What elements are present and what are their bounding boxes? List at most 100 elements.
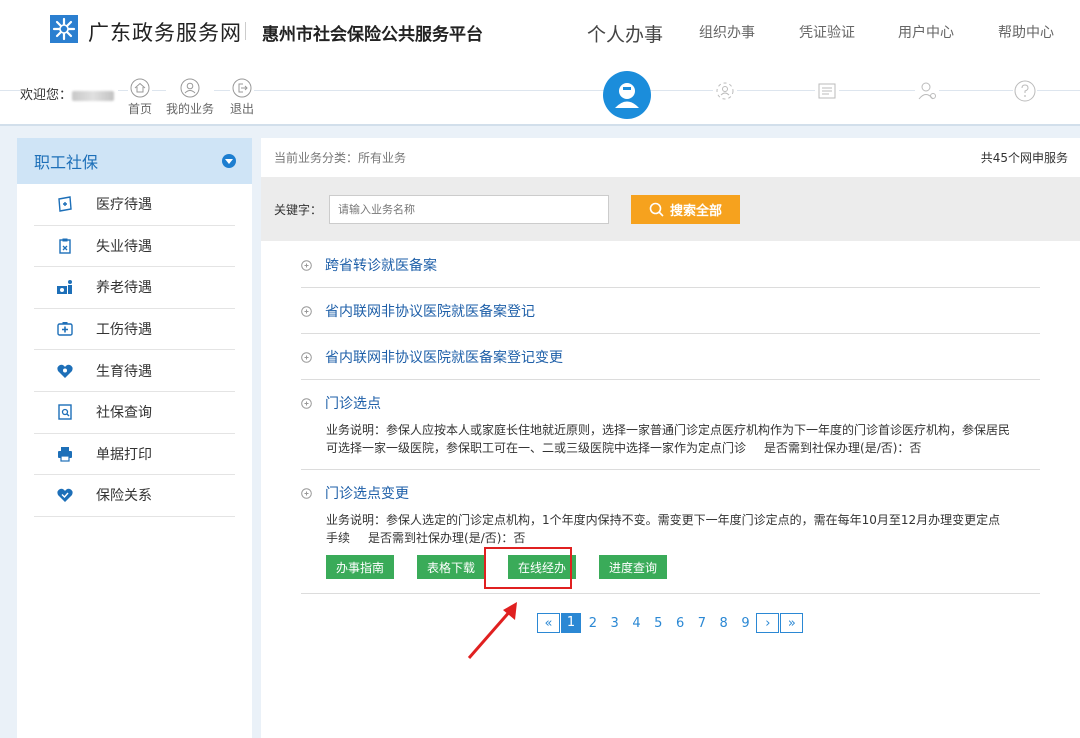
nav-help-center[interactable]: 帮助中心 [998,22,1054,42]
sidebar-item-label: 失业待遇 [96,238,152,255]
service-requirement: 是否需到社保办理(是/否)：否 [368,531,526,545]
page-9[interactable]: 9 [735,616,757,631]
clipboard-icon [59,238,71,254]
document-search-icon [58,404,72,420]
sidebar-item-label: 养老待遇 [96,280,152,297]
sidebar-item-label: 工伤待遇 [96,322,152,339]
sidebar-title: 职工社保 [34,153,99,172]
search-icon [649,202,664,217]
search-all-button[interactable]: 搜索全部 [631,195,740,224]
username-redacted [72,90,115,101]
nav-organization[interactable]: 组织办事 [699,22,755,42]
service-title-link[interactable]: 门诊选点变更 [301,483,1040,503]
annotation-arrow-icon [467,602,517,659]
sidebar-item-label: 社保查询 [96,405,152,422]
sidebar-item-injury[interactable]: 工伤待遇 [34,309,235,351]
top-header: 广东政务服务网 惠州市社会保险公共服务平台 个人办事 组织办事 凭证验证 用户中… [0,0,1080,64]
nav-user-center[interactable]: 用户中心 [898,22,954,42]
list-item: 省内联网非协议医院就医备案登记 [301,288,1040,334]
platform-title: 惠州市社会保险公共服务平台 [262,25,483,45]
search-all-label: 搜索全部 [669,204,722,219]
sidebar-item-unemployment[interactable]: 失业待遇 [34,226,235,268]
highlight-box [484,547,572,589]
nav-personal[interactable]: 个人办事 [587,20,663,47]
personal-service-avatar[interactable] [603,71,651,119]
last-page-button[interactable]: » [780,613,804,633]
site-title[interactable]: 广东政务服务网 [88,17,242,47]
circle-bullet-icon [301,305,312,317]
sidebar: 职工社保 医疗待遇 失业待遇 养老待遇 工伤待遇 生育待遇 社保查询 单据打印 … [17,138,252,738]
certificate-icon[interactable] [815,79,839,103]
sidebar-header[interactable]: 职工社保 [17,138,252,184]
sidebar-item-pension[interactable]: 养老待遇 [34,267,235,309]
heart-icon [57,364,73,378]
page-6[interactable]: 6 [669,616,691,631]
service-title: 省内联网非协议医院就医备案登记变更 [325,350,563,366]
page-8[interactable]: 8 [713,616,735,631]
page-3[interactable]: 3 [604,616,626,631]
logout-icon [232,78,252,98]
user-icon [180,78,200,98]
sidebar-item-medical[interactable]: 医疗待遇 [34,184,235,226]
sidebar-item-print[interactable]: 单据打印 [34,434,235,476]
sidebar-item-label: 保险关系 [96,488,152,505]
next-page-button[interactable]: › [756,613,780,633]
service-title: 门诊选点变更 [325,486,409,502]
page-5[interactable]: 5 [647,616,669,631]
page-4[interactable]: 4 [626,616,648,631]
help-icon[interactable] [1013,79,1037,103]
circle-bullet-icon [301,351,312,363]
page-1[interactable]: 1 [561,613,581,633]
keyword-label: 关键字： [274,203,323,217]
list-item: 省内联网非协议医院就医备案登记变更 [301,334,1040,380]
main-panel: 当前业务分类：所有业务 共45个网申服务 关键字： 搜索全部 跨省转诊就医备案 … [261,138,1080,738]
page-7[interactable]: 7 [691,616,713,631]
search-bar: 关键字： 搜索全部 [261,177,1080,241]
guide-button[interactable]: 办事指南 [326,555,395,579]
sidebar-item-query[interactable]: 社保查询 [34,392,235,434]
quick-home-label: 首页 [128,102,153,116]
service-actions: 办事指南 表格下载 在线经办 进度查询 [301,555,1040,579]
quick-my-business-label: 我的业务 [166,102,215,116]
service-title-link[interactable]: 跨省转诊就医备案 [301,255,1040,275]
service-requirement: 是否需到社保办理(是/否)：否 [764,441,922,455]
service-title: 门诊选点 [325,396,381,412]
service-description: 业务说明：参保人应按本人或家庭长住地就近原则，选择一家普通门诊定点医疗机构作为下… [301,421,1040,457]
service-title: 省内联网非协议医院就医备案登记 [325,304,535,320]
list-item: 门诊选点变更 业务说明：参保人选定的门诊定点机构，1个年度内保持不变。需变更下一… [301,470,1040,594]
sidebar-item-maternity[interactable]: 生育待遇 [34,350,235,392]
search-input[interactable] [329,195,609,224]
quick-logout[interactable]: 退出 [230,78,255,117]
printer-icon [58,446,72,462]
organization-icon[interactable] [713,79,737,103]
user-bar: 欢迎您： 首页 我的业务 退出 [0,64,1080,126]
sidebar-item-label: 生育待遇 [96,363,152,380]
service-title: 跨省转诊就医备案 [325,258,437,274]
page-2[interactable]: 2 [582,616,604,631]
welcome-text: 欢迎您： [20,84,119,103]
circle-bullet-icon [301,487,312,499]
service-title-link[interactable]: 省内联网非协议医院就医备案登记 [301,301,1040,321]
title-divider [245,22,246,40]
service-title-link[interactable]: 门诊选点 [301,393,1040,413]
service-title-link[interactable]: 省内联网非协议医院就医备案登记变更 [301,347,1040,367]
form-download-button[interactable]: 表格下载 [417,555,486,579]
heart-shield-icon [57,489,73,503]
list-item: 跨省转诊就医备案 [301,242,1040,288]
category-bar: 当前业务分类：所有业务 共45个网申服务 [261,138,1080,177]
sidebar-item-label: 医疗待遇 [96,197,152,214]
total-count: 共45个网申服务 [980,151,1068,165]
progress-query-button[interactable]: 进度查询 [599,555,668,579]
quick-logout-label: 退出 [230,102,255,116]
service-list: 跨省转诊就医备案 省内联网非协议医院就医备案登记 省内联网非协议医院就医备案登记… [301,242,1040,594]
quick-my-business[interactable]: 我的业务 [166,78,215,117]
prev-page-button[interactable]: « [537,613,560,633]
current-category: 当前业务分类：所有业务 [274,151,407,165]
guangdong-logo-icon [50,15,78,43]
sidebar-item-relation[interactable]: 保险关系 [34,475,235,517]
quick-home[interactable]: 首页 [128,78,153,117]
user-center-icon[interactable] [915,79,939,103]
nav-certificate-verify[interactable]: 凭证验证 [799,22,855,42]
person-icon [615,83,639,108]
collapse-toggle-icon[interactable] [222,154,236,168]
